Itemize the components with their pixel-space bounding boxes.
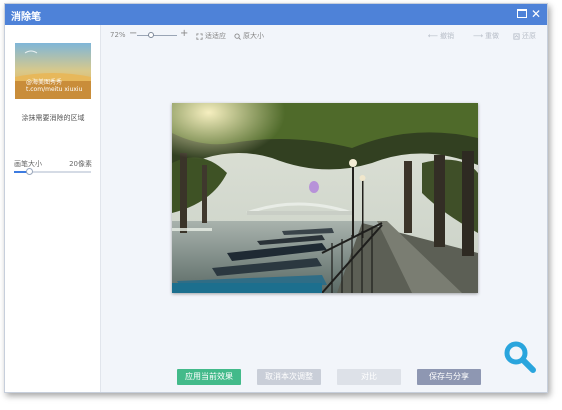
fit-icon <box>196 32 203 40</box>
close-icon[interactable]: ✕ <box>530 7 542 21</box>
original-size-icon <box>234 32 241 40</box>
eraser-window: 消除笔 ✕ @海美图秀秀 t.com/meitu xiuxiu 涂抹需要消除的区… <box>4 3 548 393</box>
save-share-button[interactable]: 保存与分享 <box>417 369 481 385</box>
brush-size-handle[interactable] <box>26 168 34 175</box>
sidebar: @海美图秀秀 t.com/meitu xiuxiu 涂抹需要消除的区域 画笔大小… <box>5 25 101 392</box>
original-size-button[interactable]: 原大小 <box>234 31 264 41</box>
magnifier-icon[interactable] <box>500 338 540 378</box>
edited-photo[interactable] <box>172 103 478 293</box>
photo-scene <box>172 103 478 293</box>
watermark-handle: @海美图秀秀 <box>26 79 63 86</box>
title-bar[interactable]: 消除笔 ✕ <box>5 4 547 25</box>
original-size-label: 原大小 <box>243 32 264 40</box>
thumbnail-watermark: @海美图秀秀 t.com/meitu xiuxiu <box>26 79 82 93</box>
zoom-slider[interactable] <box>137 32 177 38</box>
restore-icon <box>513 32 520 40</box>
redo-label: 重做 <box>485 32 500 40</box>
undo-button[interactable]: ⟵ 撤销 <box>428 31 454 41</box>
redo-icon: ⟶ <box>473 32 484 40</box>
cancel-button[interactable]: 取消本次调整 <box>257 369 321 385</box>
brush-size-slider[interactable] <box>14 168 91 175</box>
zoom-percent: 72% <box>110 31 126 39</box>
zoom-handle[interactable] <box>148 32 154 38</box>
thumbnail-preview[interactable]: @海美图秀秀 t.com/meitu xiuxiu <box>15 43 91 99</box>
fit-button[interactable]: 适适应 <box>196 31 226 41</box>
brush-size-value: 20像素 <box>69 160 92 168</box>
zoom-out-icon[interactable]: − <box>129 28 137 39</box>
apply-button[interactable]: 应用当前效果 <box>177 369 241 385</box>
editing-canvas[interactable] <box>101 45 547 355</box>
watermark-url: t.com/meitu xiuxiu <box>26 86 83 93</box>
compare-button[interactable]: 对比 <box>337 369 401 385</box>
restore-label: 还原 <box>522 32 536 40</box>
zoom-in-icon[interactable]: + <box>180 28 188 39</box>
undo-label: 撤销 <box>440 32 455 40</box>
window-title: 消除笔 <box>11 12 41 23</box>
restore-button[interactable]: 还原 <box>513 31 536 41</box>
erase-hint: 涂抹需要消除的区域 <box>21 114 85 122</box>
maximize-icon[interactable] <box>517 9 527 18</box>
action-bar: 应用当前效果 取消本次调整 对比 保存与分享 <box>101 355 547 392</box>
fit-label: 适适应 <box>205 32 226 40</box>
redo-button[interactable]: ⟶ 重做 <box>473 31 499 41</box>
undo-icon: ⟵ <box>428 32 439 40</box>
toolbar: 72% − + 适适应 原大小 ⟵ 撤销 ⟶ 重做 还原 <box>101 25 547 45</box>
